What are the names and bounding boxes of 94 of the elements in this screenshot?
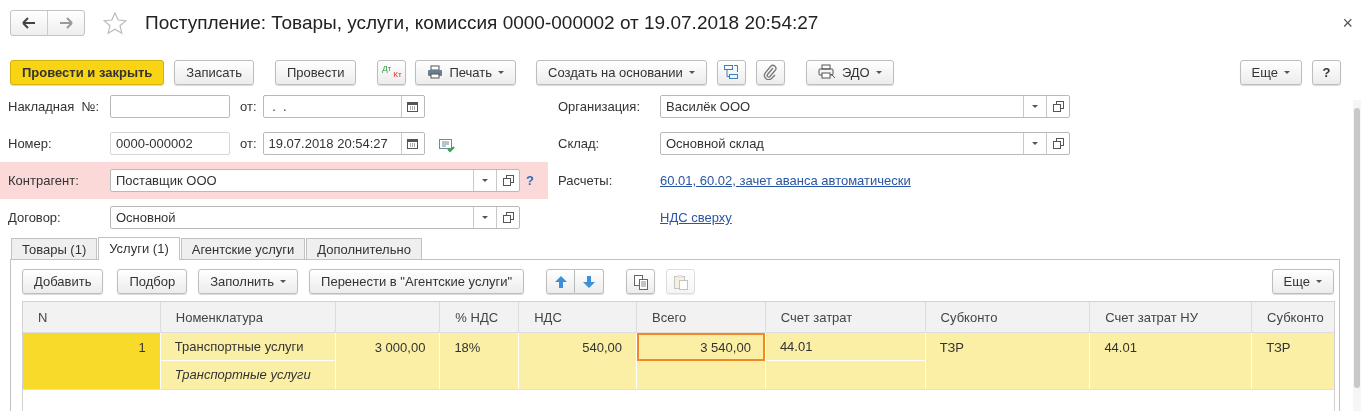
window-title: Поступление: Товары, услуги, комиссия 0000-000002 от 19.07.2018 20:54:27	[145, 12, 820, 34]
more-button[interactable]: Еще	[1271, 269, 1334, 294]
table-row[interactable]: 1 Транспортные услуги Транспортные услуги 3 000,00 18% 540,00 3 540,00 44.01 ТЗР 44.01 ТЗР	[23, 333, 1334, 390]
copy-button[interactable]	[626, 269, 656, 294]
caret-icon	[1316, 280, 1322, 283]
vat-link[interactable]: НДС сверху	[660, 210, 732, 225]
field-label: Контрагент:	[8, 173, 80, 188]
column-header[interactable]: Номенклатура	[175, 309, 264, 325]
settlements-link[interactable]: 60.01, 60.02, зачет аванса автоматически	[660, 173, 911, 188]
tab[interactable]: Товары (1)	[11, 238, 98, 259]
column-header[interactable]: % НДС	[455, 309, 499, 325]
date-field[interactable]: 19.07.2018 20:54:27	[262, 132, 425, 155]
calendar-icon	[407, 101, 418, 112]
more-button[interactable]: Еще	[1239, 59, 1302, 85]
menu-button[interactable]: Заполнить	[198, 269, 299, 294]
table-cell: 44.01	[765, 333, 925, 361]
toolbar-button[interactable]: Провести	[274, 59, 357, 85]
field-label: от:	[240, 136, 257, 151]
caret-icon	[498, 70, 504, 74]
table-cell-text: 44.01	[1103, 338, 1138, 357]
caret-icon	[688, 70, 695, 74]
help-link[interactable]: ?	[526, 173, 534, 188]
caret-icon	[280, 280, 287, 283]
attach-button[interactable]	[755, 59, 785, 85]
date-field[interactable]: . .	[262, 95, 425, 118]
close-button[interactable]: ×	[1342, 12, 1353, 34]
menu-button[interactable]: Создать на основании	[536, 59, 707, 85]
tab[interactable]: Агентские услуги	[180, 238, 306, 259]
field-label: от:	[240, 99, 257, 114]
field-label: Номер:	[8, 136, 53, 151]
open-window-icon	[1052, 138, 1064, 149]
caret-icon	[482, 216, 488, 219]
post-close-button[interactable]: Провести и закрыть	[10, 59, 165, 85]
open-window-icon	[1052, 101, 1064, 112]
toolbar-button[interactable]: Записать	[174, 59, 254, 85]
column-header[interactable]: НДС	[534, 309, 562, 325]
field-label: Накладная №:	[8, 99, 101, 114]
table-cell-text: 18%	[453, 338, 482, 357]
caret-icon	[482, 179, 488, 182]
menu-button[interactable]: Печать	[415, 59, 516, 85]
help-button[interactable]: ?	[1312, 59, 1341, 85]
star-icon[interactable]	[103, 11, 127, 35]
column-header[interactable]: Субконто	[1267, 309, 1324, 325]
column-header[interactable]: Всего	[652, 309, 687, 325]
table-cell-text: 1	[137, 338, 147, 357]
copy-icon	[632, 273, 649, 290]
navigation-buttons[interactable]	[10, 10, 85, 36]
table-cell: 3 540,00	[637, 333, 765, 361]
table-cell-text: 540,00	[581, 338, 624, 357]
table-cell: Транспортные услуги	[160, 333, 335, 361]
document-check-icon[interactable]	[438, 138, 455, 153]
scrollbar[interactable]	[1353, 100, 1361, 411]
select-field[interactable]: Поставщик ООО	[110, 169, 520, 192]
select-field[interactable]: Василёк ООО	[660, 95, 1070, 118]
move-down-button[interactable]	[575, 269, 605, 294]
table-cell-text: ТЗР	[1265, 338, 1292, 357]
tab[interactable]: Услуги (1)	[98, 237, 180, 260]
caret-icon	[1032, 105, 1038, 108]
select-field[interactable]: Основной склад	[660, 132, 1070, 155]
caret-icon	[875, 70, 882, 74]
printer-icon	[817, 64, 836, 80]
toolbar-button[interactable]: Перенести в "Агентские услуги"	[309, 269, 525, 294]
caret-icon	[1032, 142, 1038, 145]
column-header[interactable]: N	[38, 309, 48, 325]
clipboard-icon	[672, 273, 689, 290]
table-cell-text: ТЗР	[938, 338, 965, 357]
up-arrow-icon	[553, 274, 568, 289]
table-cell-text: Транспортные услуги	[173, 366, 312, 384]
column-header[interactable]: Счет затрат НУ	[1105, 309, 1198, 325]
caret-icon	[1284, 70, 1290, 74]
select-field[interactable]: Основной	[110, 206, 520, 229]
dt-kt-button[interactable]: Дт Кт	[377, 59, 407, 85]
open-window-icon	[502, 212, 514, 223]
field-label: Склад:	[558, 136, 601, 151]
column-header[interactable]: Субконто	[940, 309, 998, 325]
toolbar-button[interactable]: Добавить	[22, 269, 104, 294]
printer-icon	[427, 65, 444, 79]
column-header[interactable]: Счет затрат	[780, 309, 853, 325]
paperclip-icon	[763, 64, 778, 80]
calendar-icon	[407, 138, 418, 149]
field-label: Договор:	[8, 210, 62, 225]
table-cell-text: 3 000,00	[373, 338, 427, 357]
hierarchy-icon	[723, 64, 740, 80]
structure-button[interactable]	[716, 59, 746, 85]
move-up-button[interactable]	[546, 269, 576, 294]
input-field[interactable]: 0000-000002	[110, 132, 230, 155]
open-window-icon	[502, 175, 514, 186]
toolbar-button[interactable]: Подбор	[117, 269, 188, 294]
down-arrow-icon	[582, 274, 597, 289]
menu-button[interactable]: ЭДО	[805, 59, 894, 85]
tab[interactable]: Дополнительно	[306, 238, 422, 259]
input-field[interactable]	[110, 95, 230, 118]
field-label: Организация:	[558, 99, 642, 114]
field-label: Расчеты:	[558, 173, 614, 188]
